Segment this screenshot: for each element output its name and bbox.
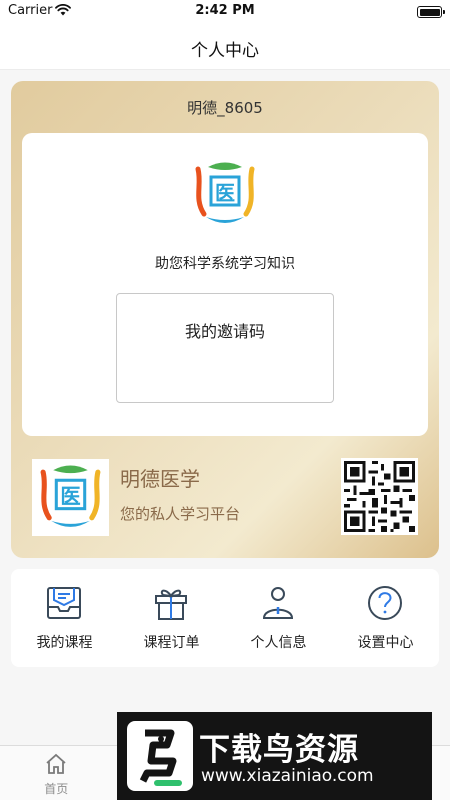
- app-logo-small: 医: [40, 465, 101, 527]
- profile-card: 明德_8605 医 助您科学系统学习知识 我的邀请码 医 明德医学 您的私人学习…: [11, 81, 439, 558]
- brand-name: 明德医学: [120, 467, 200, 491]
- person-icon: [262, 587, 294, 619]
- invite-card: 医 助您科学系统学习知识 我的邀请码: [22, 133, 428, 436]
- svg-text:医: 医: [60, 485, 80, 509]
- tagline: 助您科学系统学习知识: [155, 256, 295, 272]
- invite-code-box[interactable]: 我的邀请码: [116, 293, 334, 403]
- brand-slogan: 您的私人学习平台: [120, 505, 241, 523]
- brand-logo: 医: [32, 459, 109, 536]
- watermark-title: 下载鸟资源: [199, 732, 359, 768]
- battery-icon: [417, 6, 445, 18]
- question-circle-icon: [368, 586, 402, 620]
- menu-label: 设置中心: [357, 635, 414, 651]
- tab-label: 首页: [44, 782, 69, 796]
- watermark-banner: 下载鸟资源 www.xiazainiao.com: [117, 712, 432, 800]
- menu-label: 个人信息: [250, 635, 307, 651]
- username: 明德_8605: [187, 99, 263, 117]
- invite-code-label: 我的邀请码: [184, 322, 265, 341]
- gift-box-icon: [155, 589, 187, 620]
- menu-card: 我的课程 课程订单 个人信息 设置中心: [11, 569, 439, 667]
- app-logo: 医: [195, 162, 255, 223]
- menu-label: 我的课程: [36, 635, 93, 651]
- menu-my-courses[interactable]: 我的课程: [11, 569, 118, 667]
- menu-personal-info[interactable]: 个人信息: [225, 569, 332, 667]
- menu-settings[interactable]: 设置中心: [332, 569, 439, 667]
- mail-tray-icon: [47, 587, 81, 619]
- nav-bar: 个人中心: [0, 24, 450, 70]
- menu-course-orders[interactable]: 课程订单: [118, 569, 225, 667]
- tab-home[interactable]: 首页: [0, 746, 113, 800]
- watermark-bird-icon: [127, 721, 193, 791]
- status-bar: Carrier 2:42 PM: [0, 0, 450, 24]
- svg-text:医: 医: [215, 181, 235, 205]
- qr-code[interactable]: [341, 458, 418, 535]
- home-icon: [46, 753, 66, 774]
- menu-label: 课程订单: [143, 635, 200, 651]
- watermark-url: www.xiazainiao.com: [201, 766, 374, 786]
- page-title: 个人中心: [191, 41, 259, 61]
- status-time: 2:42 PM: [195, 3, 255, 18]
